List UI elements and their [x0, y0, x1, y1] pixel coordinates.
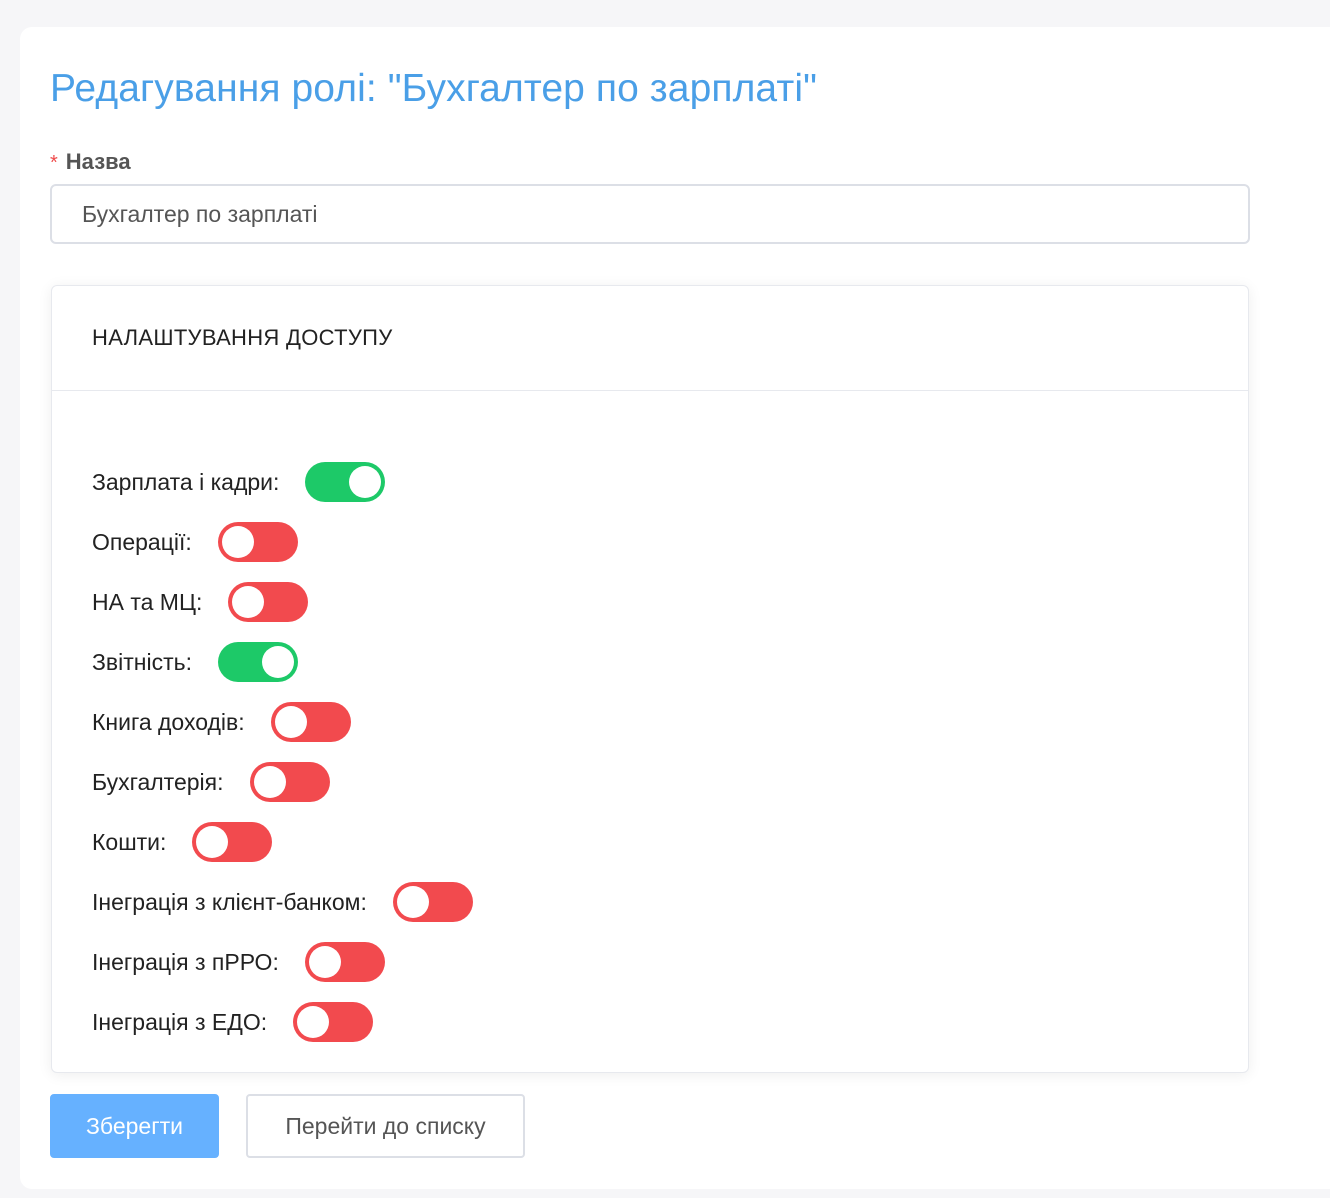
- name-field-label: * Назва: [50, 149, 131, 175]
- permission-label: Бухгалтерія:: [92, 768, 224, 795]
- permission-label: Зарплата і кадри:: [92, 468, 280, 495]
- permission-label: Операції:: [92, 528, 192, 555]
- permission-row-reporting: Звітність:: [92, 632, 473, 692]
- permissions-list: Зарплата і кадри: Операції: НА та МЦ: Зв…: [92, 452, 473, 1052]
- permission-row-prro: Інеграція з пРРО:: [92, 932, 473, 992]
- permission-row-income-book: Книга доходів:: [92, 692, 473, 752]
- toggle-knob: [396, 886, 429, 918]
- permission-row-assets: НА та МЦ:: [92, 572, 473, 632]
- toggle-knob: [253, 766, 286, 798]
- permission-label: Інеграція з ЕДО:: [92, 1008, 268, 1035]
- permission-label: НА та МЦ:: [92, 588, 203, 615]
- permission-toggle-prro[interactable]: [304, 942, 385, 982]
- permission-toggle-funds[interactable]: [192, 822, 273, 862]
- permission-row-edo: Інеграція з ЕДО:: [92, 992, 473, 1052]
- access-settings-header: НАЛАШТУВАННЯ ДОСТУПУ: [52, 286, 1248, 391]
- permission-toggle-accounting[interactable]: [249, 762, 330, 802]
- required-mark: *: [50, 152, 58, 174]
- save-button[interactable]: Зберегти: [50, 1094, 219, 1158]
- permission-toggle-operations[interactable]: [217, 522, 298, 562]
- edit-role-card: Редагування ролі: "Бухгалтер по зарплаті…: [20, 27, 1330, 1189]
- permission-label: Кошти:: [92, 828, 167, 855]
- permission-toggle-assets[interactable]: [228, 582, 309, 622]
- permission-label: Інеграція з пРРО:: [92, 948, 279, 975]
- permission-row-client-bank: Інеграція з клієнт-банком:: [92, 872, 473, 932]
- toggle-knob: [349, 466, 382, 498]
- permission-row-accounting: Бухгалтерія:: [92, 752, 473, 812]
- access-settings-title: НАЛАШТУВАННЯ ДОСТУПУ: [92, 325, 393, 350]
- permission-label: Інеграція з клієнт-банком:: [92, 888, 367, 915]
- permission-label: Звітність:: [92, 648, 192, 675]
- go-to-list-button[interactable]: Перейти до списку: [246, 1094, 525, 1158]
- permission-row-operations: Операції:: [92, 512, 473, 572]
- toggle-knob: [308, 946, 341, 978]
- toggle-knob: [232, 586, 265, 618]
- permission-row-funds: Кошти:: [92, 812, 473, 872]
- toggle-knob: [221, 526, 254, 558]
- toggle-knob: [297, 1006, 330, 1038]
- toggle-knob: [274, 706, 307, 738]
- permission-label: Книга доходів:: [92, 708, 245, 735]
- page-title: Редагування ролі: "Бухгалтер по зарплаті…: [50, 67, 818, 110]
- name-label-text: Назва: [65, 149, 131, 174]
- permission-row-salary: Зарплата і кадри:: [92, 452, 473, 512]
- access-settings-panel: НАЛАШТУВАННЯ ДОСТУПУ Зарплата і кадри: О…: [51, 285, 1249, 1073]
- toggle-knob: [196, 826, 229, 858]
- permission-toggle-salary[interactable]: [305, 462, 386, 502]
- permission-toggle-reporting[interactable]: [217, 642, 298, 682]
- permission-toggle-edo[interactable]: [293, 1002, 374, 1042]
- permission-toggle-client-bank[interactable]: [392, 882, 473, 922]
- permission-toggle-income-book[interactable]: [270, 702, 351, 742]
- role-name-input[interactable]: [50, 184, 1250, 244]
- toggle-knob: [261, 646, 294, 678]
